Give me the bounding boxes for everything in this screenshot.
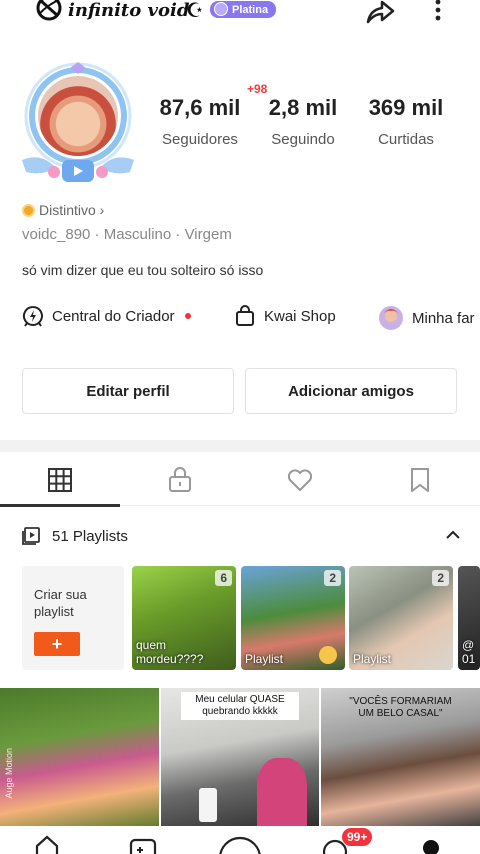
new-followers-badge: +98 [247, 82, 268, 96]
badge-icon [22, 203, 35, 217]
create-playlist-label: Criar sua playlist [34, 587, 87, 619]
home-icon[interactable] [32, 832, 62, 854]
video-thumbnail[interactable]: Auge Motion [0, 688, 159, 828]
playlist-title: Playlist [353, 652, 392, 666]
notification-dot [184, 313, 191, 319]
family-avatar-icon [379, 306, 403, 330]
create-playlist-card[interactable]: Criar sua playlist + [22, 566, 124, 670]
followers-stat[interactable]: 87,6 mil Seguidores [150, 95, 250, 148]
tier-badge[interactable]: Platina [210, 1, 277, 18]
likes-stat[interactable]: 369 mil Curtidas [360, 95, 452, 148]
shortcut-label: Minha far [412, 309, 475, 327]
playlist-card[interactable]: @ 01 [458, 566, 480, 670]
video-caption: "VOCÊS FORMARIAM UM BELO CASAL" [349, 696, 452, 719]
playlists-header[interactable]: 51 Playlists [22, 522, 462, 550]
playlist-count: 6 [215, 570, 232, 586]
playlist-title: quem mordeu???? [136, 638, 204, 666]
my-family-link[interactable]: Minha far [378, 305, 475, 331]
watermark-text: Auge Motion [4, 748, 14, 799]
avatar-photo [38, 76, 118, 156]
video-caption: Meu celular QUASE quebrando kkkkk [181, 692, 299, 720]
lock-icon[interactable] [166, 466, 194, 494]
grid-icon[interactable] [46, 466, 74, 494]
bottom-navigation [0, 826, 480, 854]
shortcut-label: Kwai Shop [264, 307, 336, 325]
game-icon[interactable] [128, 832, 158, 854]
messages-badge: 99+ [342, 828, 373, 846]
playlist-title: Playlist [245, 652, 284, 666]
person-hair [257, 758, 307, 828]
moon-star-icon: ☪ [186, 0, 204, 22]
stat-value: 2,8 mil [268, 95, 338, 120]
playlist-count: 2 [432, 570, 449, 586]
profile-bio: só vim dizer que eu tou solteiro só isso [22, 262, 264, 278]
following-stat[interactable]: 2,8 mil Seguindo [262, 95, 344, 148]
create-playlist-button[interactable]: + [34, 632, 80, 656]
content-tabs [0, 452, 480, 507]
shortcut-label: Central do Criador [52, 307, 175, 325]
stat-value: 369 mil [368, 95, 444, 120]
section-divider [0, 440, 480, 452]
playlist-icon [22, 527, 40, 545]
stat-label: Seguindo [271, 131, 335, 148]
stat-label: Seguidores [162, 131, 238, 148]
create-icon[interactable] [218, 832, 262, 854]
creator-center-link[interactable]: Central do Criador [22, 305, 191, 327]
share-icon[interactable] [364, 0, 396, 26]
shopping-bag-icon [236, 305, 254, 326]
creator-center-icon [22, 306, 43, 327]
tier-icon [214, 2, 228, 16]
playlists-count: 51 Playlists [52, 527, 128, 545]
emoji-sticker-icon [319, 646, 337, 664]
profile-title: infinito void [68, 0, 190, 21]
video-thumbnail[interactable]: "VOCÊS FORMARIAM UM BELO CASAL" [321, 688, 480, 828]
profile-icon[interactable] [416, 832, 446, 854]
more-vertical-icon[interactable] [426, 0, 450, 26]
shortcuts-row: Central do Criador Kwai Shop Minha far [22, 305, 480, 331]
stat-label: Curtidas [378, 131, 434, 148]
kwai-shop-link[interactable]: Kwai Shop [234, 305, 336, 327]
badge-link[interactable]: Distintivo › [22, 202, 104, 218]
playlist-card[interactable]: 2 Playlist [349, 566, 453, 670]
playlist-count: 2 [324, 570, 341, 586]
stat-value: 87,6 mil [159, 95, 241, 120]
profile-meta: voidc_890 · Masculino · Virgem [22, 226, 232, 243]
add-friends-button[interactable]: Adicionar amigos [245, 368, 457, 414]
heart-icon[interactable] [286, 466, 314, 494]
active-tab-indicator [0, 504, 120, 507]
playlist-title: @ 01 [462, 638, 476, 666]
bookmark-icon[interactable] [406, 466, 434, 494]
edit-profile-button[interactable]: Editar perfil [22, 368, 234, 414]
phone-object [199, 788, 217, 822]
video-thumbnail[interactable]: Meu celular QUASE quebrando kkkkk [161, 688, 319, 828]
logo-icon [36, 0, 62, 21]
chevron-up-icon[interactable] [444, 526, 462, 544]
badge-link-label: Distintivo › [39, 202, 105, 218]
top-bar: infinito void ☪ Platina [0, 0, 480, 26]
playlist-card[interactable]: 6 quem mordeu???? [132, 566, 236, 670]
playlist-card[interactable]: 2 Playlist [241, 566, 345, 670]
tier-label: Platina [232, 4, 269, 16]
avatar[interactable] [12, 60, 136, 190]
